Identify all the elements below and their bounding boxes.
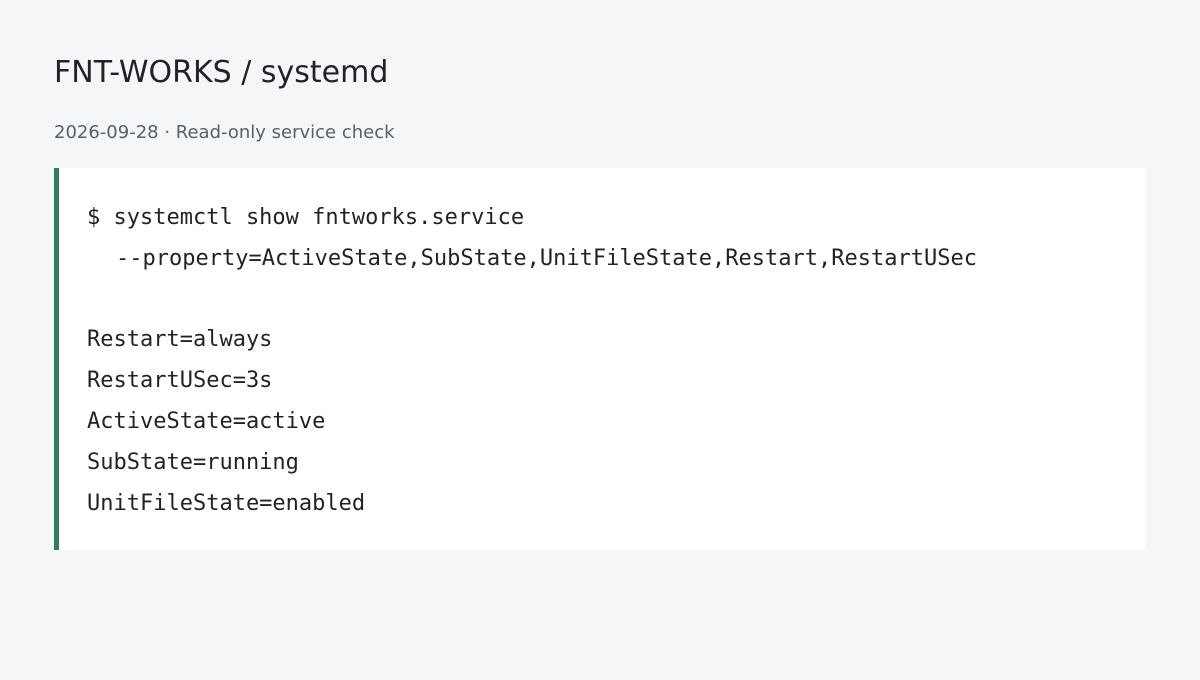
output-line-restart-usec: RestartUSec=3s — [87, 368, 273, 393]
output-line-restart: Restart=always — [87, 327, 273, 352]
page-title: FNT-WORKS / systemd — [54, 55, 389, 90]
page-subtitle: 2026-09-28 · Read-only service check — [54, 122, 395, 143]
command-continuation-line: --property=ActiveState,SubState,UnitFile… — [116, 246, 977, 271]
output-line-active-state: ActiveState=active — [87, 409, 326, 434]
command-line: $ systemctl show fntworks.service — [87, 205, 525, 230]
terminal-output-panel: $ systemctl show fntworks.service --prop… — [54, 168, 1146, 550]
output-line-sub-state: SubState=running — [87, 450, 299, 475]
output-line-unit-file-state: UnitFileState=enabled — [87, 491, 366, 516]
